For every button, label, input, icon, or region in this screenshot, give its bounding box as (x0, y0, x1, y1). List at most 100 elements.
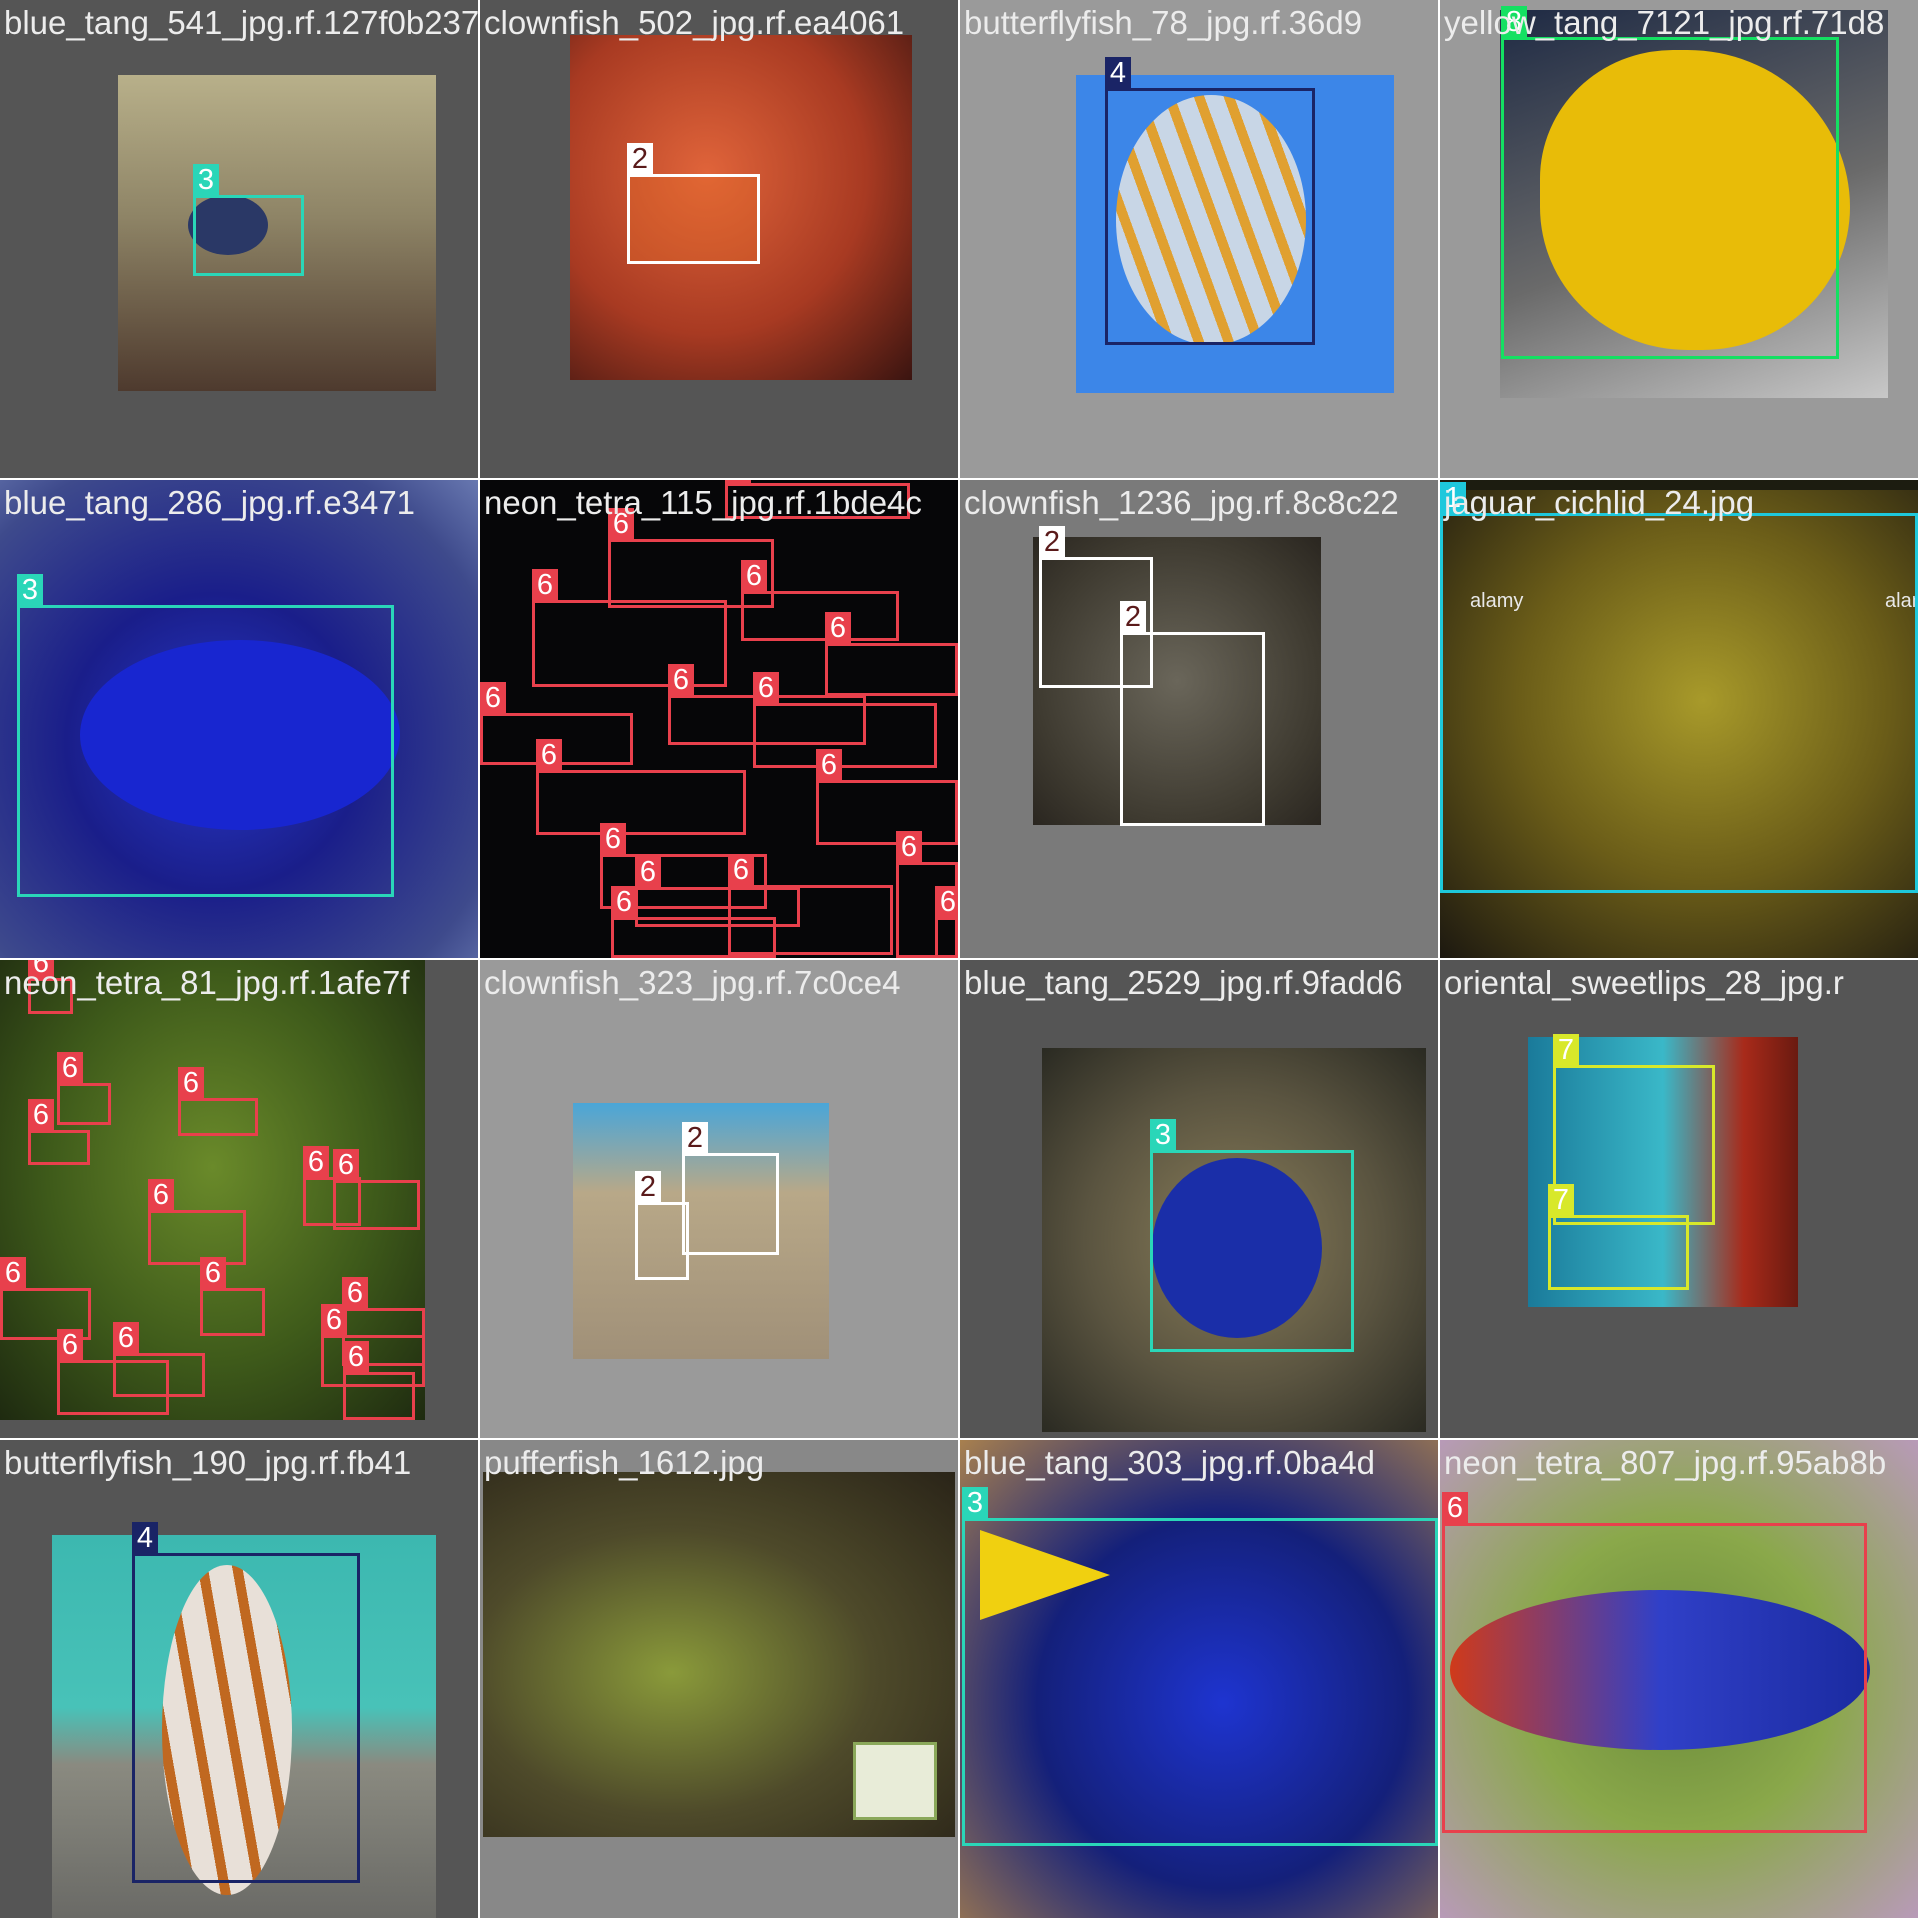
class-label: 6 (611, 886, 637, 918)
detection-box: 4 (1105, 57, 1315, 345)
image-filename: blue_tang_286_jpg.rf.e3471 (4, 484, 416, 521)
class-label: 6 (536, 739, 562, 771)
class-label: 6 (600, 823, 626, 855)
class-label: 7 (1553, 1034, 1579, 1066)
class-label: 6 (935, 886, 958, 918)
class-label: 6 (333, 1149, 359, 1181)
detection-box: 3 (1150, 1119, 1354, 1352)
class-label: 6 (57, 1329, 83, 1361)
class-label: 6 (1442, 1492, 1468, 1524)
tile-blue-tang-541: 3 blue_tang_541_jpg.rf.127f0b2375f09ace2 (0, 0, 478, 478)
detection-box: 6 (178, 1067, 258, 1136)
image-filename: oriental_sweetlips_28_jpg.r (1444, 964, 1844, 1001)
class-label: 4 (1105, 57, 1131, 89)
tile-pufferfish-1612: pufferfish_1612.jpg (480, 1440, 958, 1918)
tile-jaguar-cichlid-24: alamy alamy 1 jaguar_cichlid_24.jpg (1440, 480, 1918, 958)
detection-box: 7 (1553, 1034, 1715, 1225)
class-label: 7 (1548, 1184, 1574, 1216)
detection-box: 3 (17, 574, 394, 897)
class-label: 6 (303, 1146, 329, 1178)
detection-mosaic: 3 blue_tang_541_jpg.rf.127f0b2375f09ace2… (0, 0, 1920, 1920)
class-label: 6 (635, 856, 661, 888)
class-label: 6 (343, 1341, 369, 1373)
tile-neon-tetra-81: 6 6 6 6 6 6 6 6 6 6 6 6 6 6 neon_tetra_8… (0, 960, 478, 1438)
detection-box: 6 (57, 1052, 111, 1125)
image-filename: clownfish_502_jpg.rf.ea4061 (484, 4, 905, 41)
tile-neon-tetra-115: 6 6 6 6 6 6 6 6 6 6 6 6 6 6 6 6 neon_tet… (480, 480, 958, 958)
image-filename: jaguar_cichlid_24.jpg (1444, 484, 1755, 521)
image-filename: neon_tetra_115_jpg.rf.1bde4c (484, 484, 922, 521)
detection-box: 6 (935, 886, 958, 958)
detection-box: 1 (1440, 482, 1918, 893)
class-label: 6 (896, 831, 922, 863)
image-filename: pufferfish_1612.jpg (484, 1444, 765, 1481)
class-label: 6 (480, 682, 506, 714)
class-label: 2 (1039, 526, 1065, 558)
class-label: 6 (28, 1099, 54, 1131)
image-filename: blue_tang_541_jpg.rf.127f0b2375f09ace2 (4, 4, 478, 41)
class-label: 6 (668, 664, 694, 696)
class-label: 6 (532, 569, 558, 601)
detection-box: 6 (753, 672, 937, 768)
detection-box: 8 (1501, 6, 1839, 359)
class-label: 6 (321, 1304, 347, 1336)
image-filename: neon_tetra_81_jpg.rf.1afe7f (4, 964, 410, 1001)
tile-butterflyfish-78: 4 butterflyfish_78_jpg.rf.36d9 (960, 0, 1438, 478)
detection-box: 6 (333, 1149, 420, 1230)
detection-box: 4 (132, 1522, 360, 1883)
image-filename: blue_tang_303_jpg.rf.0ba4d (964, 1444, 1376, 1481)
tile-blue-tang-303: 3 blue_tang_303_jpg.rf.0ba4d (960, 1440, 1438, 1918)
class-label: 6 (200, 1257, 226, 1289)
class-label: 3 (962, 1487, 988, 1519)
detection-box: 6 (57, 1329, 169, 1415)
image-filename: clownfish_1236_jpg.rf.8c8c22 (964, 484, 1399, 521)
class-label: 6 (741, 560, 767, 592)
image-filename: butterflyfish_190_jpg.rf.fb41 (4, 1444, 412, 1481)
tile-oriental-sweetlips-28: 7 7 oriental_sweetlips_28_jpg.r (1440, 960, 1918, 1438)
class-label: 6 (816, 749, 842, 781)
tile-neon-tetra-807: 6 neon_tetra_807_jpg.rf.95ab8b (1440, 1440, 1918, 1918)
detection-box: 6 (611, 886, 776, 958)
tile-clownfish-502: 2 clownfish_502_jpg.rf.ea4061 (480, 0, 958, 478)
detection-box: 2 (1120, 601, 1265, 826)
photo (483, 1472, 955, 1837)
detection-box: 6 (1442, 1492, 1867, 1833)
detection-box: 2 (682, 1122, 779, 1255)
image-filename: neon_tetra_807_jpg.rf.95ab8b (1444, 1444, 1887, 1481)
class-label: 6 (113, 1322, 139, 1354)
class-label: 6 (178, 1067, 204, 1099)
logo-badge (853, 1742, 937, 1820)
tile-blue-tang-2529: 3 blue_tang_2529_jpg.rf.9fadd6 (960, 960, 1438, 1438)
detection-box: 6 (532, 569, 727, 687)
detection-box: 6 (148, 1179, 246, 1265)
class-label: 6 (57, 1052, 83, 1084)
tile-clownfish-1236: 2 2 clownfish_1236_jpg.rf.8c8c22 (960, 480, 1438, 958)
class-label: 6 (148, 1179, 174, 1211)
class-label: 2 (635, 1171, 661, 1203)
class-label: 2 (1120, 601, 1146, 633)
tile-clownfish-323: 2 2 clownfish_323_jpg.rf.7c0ce4 (480, 960, 958, 1438)
detection-box: 3 (193, 164, 304, 276)
detection-box: 2 (635, 1171, 689, 1280)
class-label: 6 (825, 612, 851, 644)
class-label: 6 (753, 672, 779, 704)
detection-box: 6 (343, 1341, 415, 1420)
image-filename: butterflyfish_78_jpg.rf.36d9 (964, 4, 1363, 41)
tile-yellow-tang-7121: 8 yellow_tang_7121_jpg.rf.71d8 (1440, 0, 1918, 478)
image-filename: blue_tang_2529_jpg.rf.9fadd6 (964, 964, 1403, 1001)
detection-box: 7 (1548, 1184, 1689, 1290)
class-label: 4 (132, 1522, 158, 1554)
detection-box: 3 (962, 1487, 1438, 1846)
detection-box: 6 (200, 1257, 265, 1336)
detection-box: 6 (28, 1099, 90, 1165)
image-filename: yellow_tang_7121_jpg.rf.71d8 (1444, 4, 1885, 41)
class-label: 3 (193, 164, 219, 196)
class-label: 6 (728, 854, 754, 886)
detection-box: 6 (741, 560, 899, 641)
detection-box: 2 (627, 143, 760, 264)
detection-box: 6 (536, 739, 746, 835)
image-filename: clownfish_323_jpg.rf.7c0ce4 (484, 964, 901, 1001)
tile-blue-tang-286: 3 blue_tang_286_jpg.rf.e3471 (0, 480, 478, 958)
class-label: 3 (17, 574, 43, 606)
detection-box: 6 (825, 612, 958, 696)
